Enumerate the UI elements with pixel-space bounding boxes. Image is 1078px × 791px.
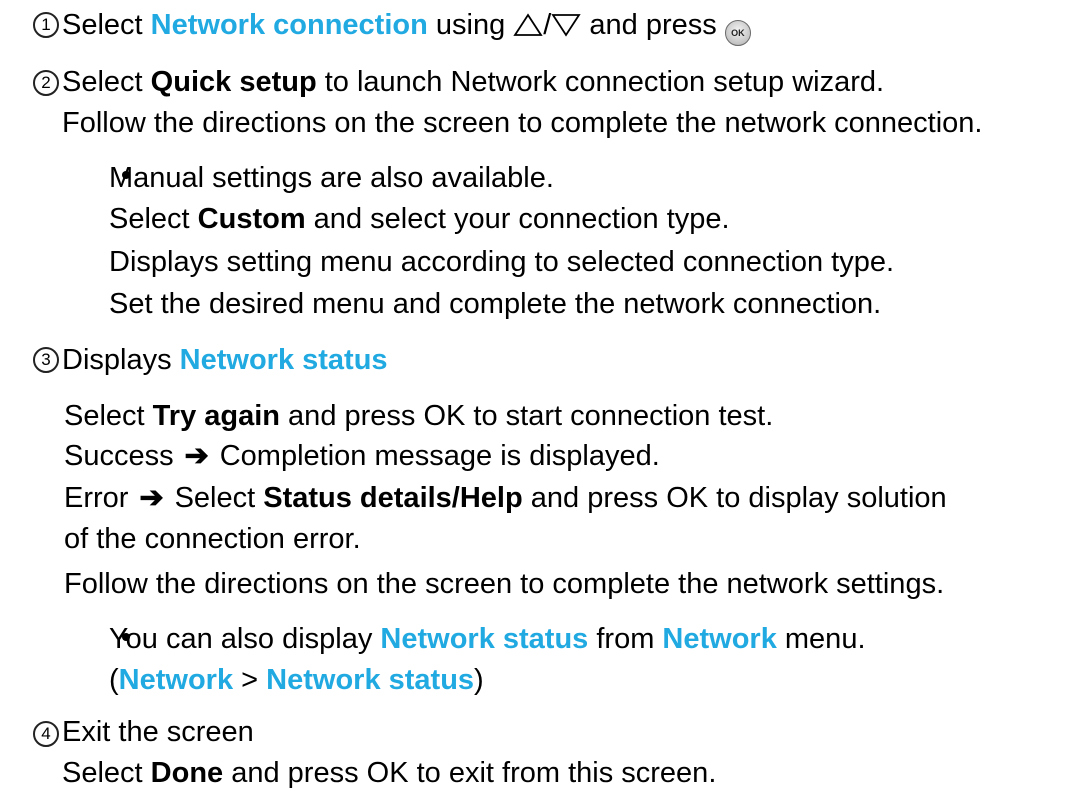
step-1-number: 1 — [33, 12, 59, 38]
up-triangle-icon — [513, 13, 543, 36]
step-2-number: 2 — [33, 70, 59, 96]
step-3-line: Displays Network status — [62, 342, 388, 378]
path-network-highlight: Network — [118, 664, 234, 696]
note-network-status-highlight: Network status — [380, 623, 589, 655]
done-bold: Done — [150, 757, 224, 789]
error-line-2: of the connection error. — [64, 523, 361, 555]
quick-setup-bold: Quick setup — [150, 66, 317, 98]
step-2-note-line-1: Manual settings are also available. — [109, 162, 554, 194]
step-4-title: Exit the screen — [62, 716, 254, 748]
step-1-post: and press — [581, 9, 725, 41]
follow-line: Follow the directions on the screen to c… — [64, 568, 945, 600]
step-3-number: 3 — [33, 347, 59, 373]
success-line: Success ➔ Completion message is displaye… — [64, 438, 660, 474]
step-2-note-line-3: Displays setting menu according to selec… — [109, 246, 895, 278]
step-1-mid: using — [427, 9, 514, 41]
network-status-highlight: Network status — [179, 344, 388, 376]
ok-button-icon: OK — [724, 20, 751, 46]
step-1-pre: Select — [62, 9, 151, 41]
error-pre: Select — [174, 482, 264, 514]
network-connection-highlight: Network connection — [150, 9, 428, 41]
step-3-note-line-2: (Network > Network status) — [109, 662, 484, 698]
step-3-note-line-1: You can also display Network status from… — [109, 621, 866, 657]
try-post: and press OK to start connection test. — [280, 400, 774, 432]
step-4-pre: Select — [62, 757, 151, 789]
step-2-line-2: Follow the directions on the screen to c… — [62, 107, 983, 139]
step-4-number: 4 — [33, 721, 59, 747]
step-2-post: to launch Network connection setup wizar… — [316, 66, 885, 98]
custom-bold: Custom — [197, 203, 306, 235]
try-pre: Select — [64, 400, 153, 432]
note-mid: from — [588, 623, 663, 655]
try-again-line: Select Try again and press OK to start c… — [64, 398, 773, 434]
right-arrow-icon: ➔ — [184, 440, 209, 472]
step-2-line-1: Select Quick setup to launch Network con… — [62, 64, 884, 100]
path-separator: > — [233, 664, 267, 696]
error-post: and press OK to display solution — [522, 482, 947, 514]
success-text: Completion message is displayed. — [219, 440, 660, 472]
note-post: menu. — [776, 623, 866, 655]
try-again-bold: Try again — [152, 400, 280, 432]
step-2-note-line-2: Select Custom and select your connection… — [109, 201, 730, 237]
down-triangle-icon — [551, 14, 582, 37]
path-network-status-highlight: Network status — [266, 664, 475, 696]
step-1-slash: / — [543, 9, 552, 41]
note-pre: You can also display — [109, 623, 381, 655]
success-label: Success — [64, 440, 174, 472]
step-2-note-pre: Select — [109, 203, 198, 235]
step-2-note-line-4: Set the desired menu and complete the ne… — [109, 288, 882, 320]
right-arrow-icon: ➔ — [139, 482, 164, 514]
step-4-line: Select Done and press OK to exit from th… — [62, 755, 716, 791]
paren-close: ) — [474, 664, 484, 696]
note-network-highlight: Network — [662, 623, 777, 655]
step-2-pre: Select — [62, 66, 151, 98]
step-2-note-post: and select your connection type. — [305, 203, 730, 235]
error-line: Error ➔ Select Status details/Help and p… — [64, 480, 947, 516]
step-4-post: and press OK to exit from this screen. — [223, 757, 717, 789]
status-details-help-bold: Status details/Help — [263, 482, 523, 514]
step-1-line: Select Network connection using / and pr… — [62, 7, 751, 46]
paren-open: ( — [109, 664, 119, 696]
step-3-pre: Displays — [62, 344, 180, 376]
error-label: Error — [64, 482, 129, 514]
